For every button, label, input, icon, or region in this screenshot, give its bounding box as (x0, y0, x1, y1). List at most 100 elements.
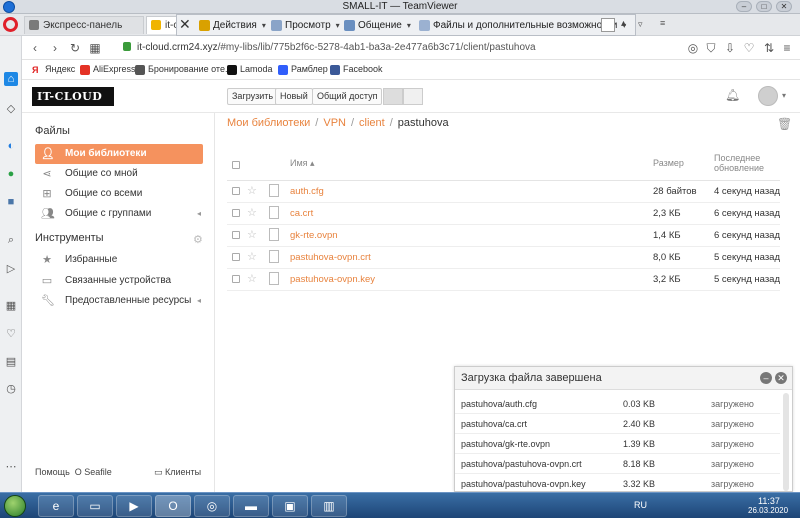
nav-shared-resources[interactable]: 🔧︎ Предоставленные ресурсы ◂ (35, 291, 203, 311)
table-row[interactable]: ☆ ca.crt 2,3 КБ 6 секунд назад (227, 203, 780, 225)
row-checkbox[interactable] (232, 187, 240, 195)
trash-icon[interactable]: 🗑︎ (777, 117, 792, 131)
new-button[interactable]: Новый (275, 88, 313, 105)
select-all-checkbox[interactable] (232, 161, 240, 169)
col-size[interactable]: Размер (653, 158, 684, 168)
speed-dial-icon[interactable]: ◇ (4, 102, 18, 116)
download-icon[interactable]: ⇩ (723, 41, 737, 55)
col-name[interactable]: Имя ▴ (290, 158, 315, 169)
breadcrumb-vpn[interactable]: VPN (323, 117, 346, 129)
file-name[interactable]: gk-rte.ovpn (290, 230, 338, 241)
bookmark-lamoda[interactable]: Lamoda (227, 64, 273, 75)
tab-menu-icon[interactable]: ≡ (660, 18, 665, 28)
nav-shared-with-me[interactable]: ⋖ Общие со мной (35, 164, 203, 184)
whatsapp-icon[interactable]: ● (4, 167, 18, 181)
table-row[interactable]: ☆ auth.cfg 28 байтов 4 секунд назад (227, 181, 780, 203)
bookmark-heart-icon[interactable]: ♡ (742, 41, 756, 55)
table-row[interactable]: ☆ gk-rte.ovpn 1,4 КБ 6 секунд назад (227, 225, 780, 247)
list-view-icon[interactable] (383, 88, 403, 105)
start-button[interactable] (4, 495, 26, 517)
col-modified[interactable]: Последнее обновление (714, 153, 764, 173)
bookmark-yandex[interactable]: Я Яндекс (32, 64, 75, 75)
files-menu[interactable]: Файлы и дополнительные возможности ▾ (417, 17, 627, 34)
communicate-menu[interactable]: Общение ▾ (342, 17, 412, 34)
star-icon[interactable]: ☆ (247, 184, 257, 197)
bookmark-facebook[interactable]: Facebook (330, 64, 383, 75)
clock-time[interactable]: 11:37 (758, 496, 780, 506)
row-checkbox[interactable] (232, 253, 240, 261)
minimize-icon[interactable]: – (760, 372, 772, 384)
ie-icon[interactable]: e (38, 495, 74, 517)
opera-taskbar-icon[interactable]: O (155, 495, 191, 517)
close-icon[interactable]: ✕ (775, 372, 787, 384)
view-menu[interactable]: Просмотр ▾ (269, 17, 341, 34)
clients-link[interactable]: ▭ Клиенты (154, 467, 201, 478)
news-icon[interactable]: ▤ (4, 355, 18, 369)
file-name[interactable]: pastuhova-ovpn.key (290, 274, 375, 285)
clock-date[interactable]: 26.03.2020 (748, 506, 788, 515)
star-icon[interactable]: ☆ (247, 250, 257, 263)
breadcrumb-my-libraries[interactable]: Мои библиотеки (227, 117, 310, 129)
flow-icon[interactable]: ⇅ (762, 41, 776, 55)
table-row[interactable]: ☆ pastuhova-ovpn.key 3,2 КБ 5 секунд наз… (227, 269, 780, 291)
table-row[interactable]: ☆ pastuhova-ovpn.crt 8,0 КБ 5 секунд наз… (227, 247, 780, 269)
save-icon[interactable]: ▣ (272, 495, 308, 517)
file-name[interactable]: pastuhova-ovpn.crt (290, 252, 371, 263)
shield-icon[interactable]: ⛉ (704, 41, 718, 55)
bookmark-rambler[interactable]: Рамблер (278, 64, 328, 75)
tab-speed-dial[interactable]: Экспресс-панель (24, 16, 144, 34)
language-indicator[interactable]: RU (634, 500, 647, 510)
row-checkbox[interactable] (232, 275, 240, 283)
explorer-icon[interactable]: ▭ (77, 495, 113, 517)
nav-my-libraries[interactable]: 👤︎ Мои библиотеки (35, 144, 203, 164)
collapse-icon[interactable]: ▴ (621, 18, 626, 29)
nav-favorites[interactable]: ★ Избранные (35, 250, 203, 270)
star-icon[interactable]: ☆ (247, 206, 257, 219)
more-icon[interactable]: ⋯ (4, 460, 18, 474)
actions-menu[interactable]: Действия ▾ (197, 17, 267, 34)
url-field[interactable]: it-cloud.crm24.xyz/#my-libs/lib/775b2f6c… (137, 42, 536, 53)
camera-icon[interactable]: ◎ (686, 41, 700, 55)
row-checkbox[interactable] (232, 231, 240, 239)
vk-icon[interactable]: ■ (4, 195, 18, 209)
help-link[interactable]: Помощь (35, 467, 70, 477)
history-icon[interactable]: ◷ (4, 382, 18, 396)
close-session-icon[interactable]: ✕ (179, 16, 191, 33)
gear-icon[interactable]: ⚙ (193, 233, 203, 246)
tiles-icon[interactable]: ▦ (88, 41, 102, 55)
messenger-icon[interactable]: ◐ (4, 139, 18, 153)
nav-linked-devices[interactable]: ▭ Связанные устройства (35, 271, 203, 291)
heart-icon[interactable]: ♡ (4, 327, 18, 341)
forward-icon[interactable]: › (48, 41, 62, 55)
terminal-icon[interactable]: ▬ (233, 495, 269, 517)
tab-it-cloud[interactable]: it-c (146, 16, 178, 34)
nav-shared-with-all[interactable]: ⊞ Общие со всеми (35, 184, 203, 204)
star-icon[interactable]: ☆ (247, 272, 257, 285)
bell-icon[interactable]: 🔔︎ (725, 88, 740, 102)
it-cloud-logo[interactable]: IT-CLOUD (32, 87, 114, 106)
opera-logo-icon[interactable] (3, 17, 18, 32)
home-icon[interactable]: ⌂ (4, 72, 18, 86)
star-icon[interactable]: ☆ (247, 228, 257, 241)
row-checkbox[interactable] (232, 209, 240, 217)
nav-shared-with-groups[interactable]: 👥︎ Общие с группами ◂ (35, 204, 203, 224)
chart-app-icon[interactable]: ▥ (311, 495, 347, 517)
grid-view-icon[interactable] (403, 88, 423, 105)
maximize-icon[interactable]: □ (756, 1, 772, 12)
file-name[interactable]: auth.cfg (290, 186, 324, 197)
file-name[interactable]: ca.crt (290, 208, 313, 219)
breadcrumb-client[interactable]: client (359, 117, 385, 129)
media-player-icon[interactable]: ▶ (116, 495, 152, 517)
bookmark-booking[interactable]: Бронирование оте... (135, 64, 232, 75)
fullscreen-icon[interactable] (601, 18, 615, 32)
upload-button[interactable]: Загрузить (227, 88, 279, 105)
minimize-icon[interactable]: – (736, 1, 752, 12)
chevron-down-icon[interactable]: ▾ (782, 91, 786, 100)
back-icon[interactable]: ‹ (28, 41, 42, 55)
reload-icon[interactable]: ↻ (68, 41, 82, 55)
send-icon[interactable]: ▷ (4, 262, 18, 276)
upload-scrollbar[interactable] (783, 393, 789, 491)
grid-icon[interactable]: ▦ (4, 299, 18, 313)
bookmark-aliexpress[interactable]: AliExpress (80, 64, 136, 75)
tab-search-icon[interactable]: ▿ (638, 19, 643, 30)
